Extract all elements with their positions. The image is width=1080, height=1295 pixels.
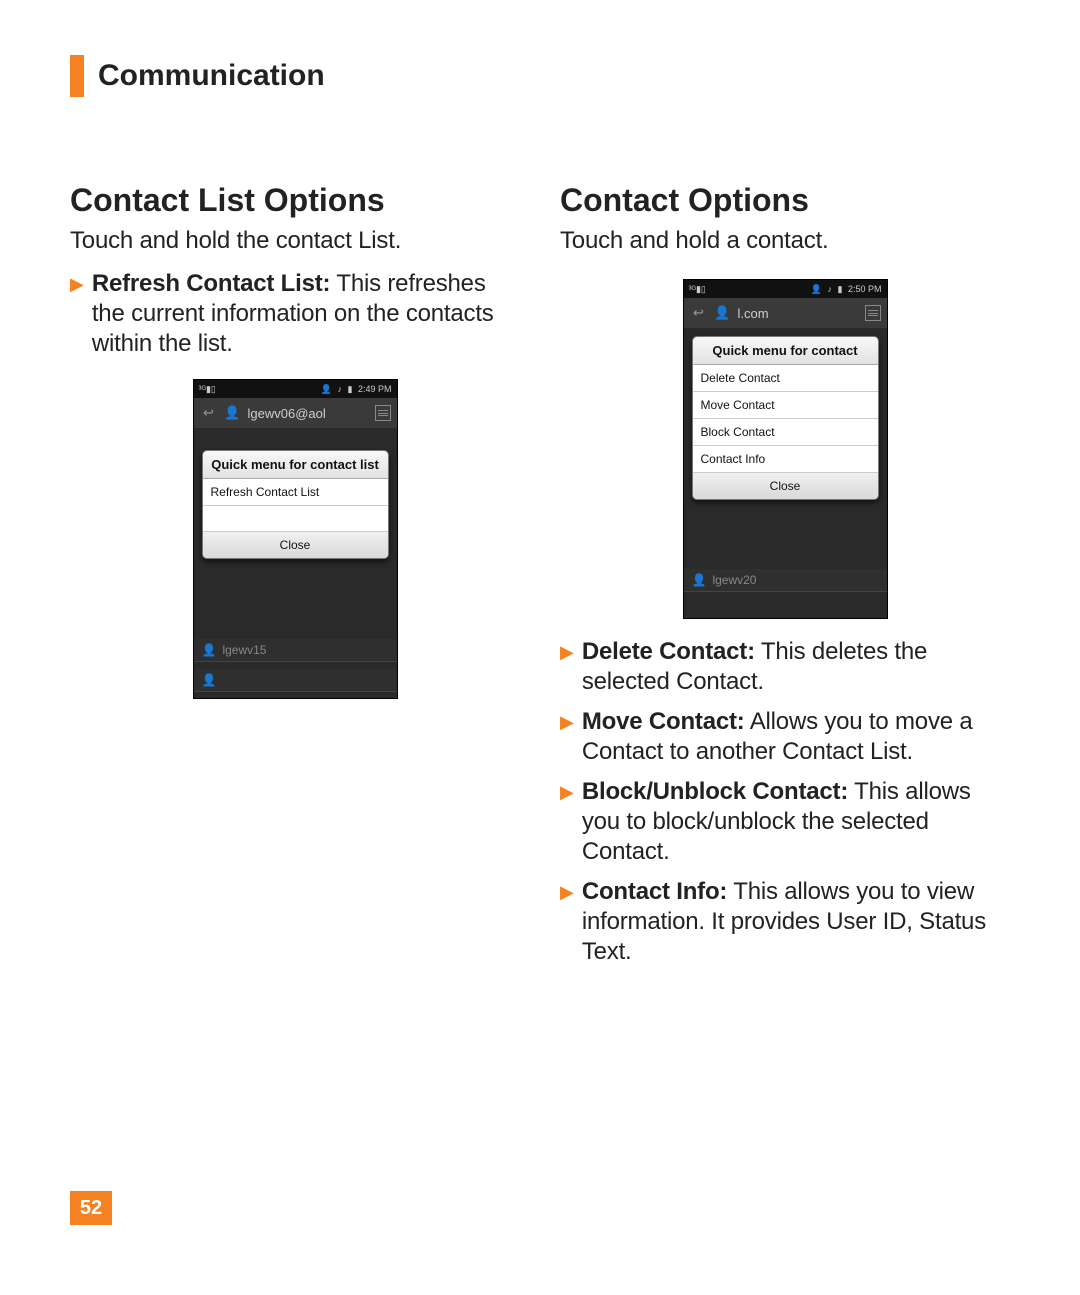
triangle-icon: ▶: [70, 269, 84, 359]
person-icon: 👤: [811, 284, 822, 294]
phone-body: Quick menu for contact list Refresh Cont…: [194, 428, 397, 698]
battery-icon: ▮: [348, 384, 353, 394]
popup-item[interactable]: Delete Contact: [693, 365, 878, 392]
clock: 2:50 PM: [848, 284, 882, 294]
popup-title: Quick menu for contact list: [203, 451, 388, 479]
bullet-text: Contact Info: This allows you to view in…: [582, 877, 1010, 967]
popup-title: Quick menu for contact: [693, 337, 878, 365]
status-bar: ³ᴳ▮▯ 👤 ♪ ▮ 2:49 PM: [194, 380, 397, 398]
triangle-icon: ▶: [560, 777, 574, 867]
page: Communication Contact List Options Touch…: [0, 0, 1080, 1295]
page-number: 52: [70, 1191, 112, 1225]
chapter-header: Communication: [70, 55, 1010, 97]
popup: Quick menu for contact list Refresh Cont…: [202, 450, 389, 559]
popup-item[interactable]: Contact Info: [693, 446, 878, 473]
section-intro: Touch and hold the contact List.: [70, 227, 520, 255]
person-icon: 👤: [714, 304, 732, 322]
popup-close[interactable]: Close: [693, 473, 878, 499]
bullet-text: Block/Unblock Contact: This allows you t…: [582, 777, 1010, 867]
popup-close[interactable]: Close: [203, 532, 388, 558]
left-column: Contact List Options Touch and hold the …: [70, 182, 520, 977]
bullet-item: ▶ Refresh Contact List: This refreshes t…: [70, 269, 520, 359]
popup-item-empty: [203, 506, 388, 532]
bg-contact-row: 👤 lgewv15: [194, 639, 397, 662]
back-icon[interactable]: ↩: [690, 304, 708, 322]
bullet-item: ▶ Delete Contact: This deletes the selec…: [560, 637, 1010, 697]
bullet-text: Move Contact: Allows you to move a Conta…: [582, 707, 1010, 767]
person-icon: 👤: [321, 384, 332, 394]
bullet-label: Delete Contact:: [582, 638, 755, 665]
bullet-label: Refresh Contact List:: [92, 270, 331, 297]
screenshot-right: ³ᴳ▮▯ 👤 ♪ ▮ 2:50 PM ↩ 👤 l.com: [560, 269, 1010, 623]
phone-body: Quick menu for contact Delete Contact Mo…: [684, 328, 887, 618]
title-text: lgewv06@aol: [248, 406, 326, 421]
menu-icon[interactable]: [375, 405, 391, 421]
title-bar: ↩ 👤 lgewv06@aol: [194, 398, 397, 428]
screenshot-left: ³ᴳ▮▯ 👤 ♪ ▮ 2:49 PM ↩ 👤 lgewv06@aol: [70, 369, 520, 703]
phone-mock: ³ᴳ▮▯ 👤 ♪ ▮ 2:49 PM ↩ 👤 lgewv06@aol: [193, 379, 398, 699]
status-right: 👤 ♪ ▮ 2:49 PM: [318, 384, 392, 395]
phone-mock: ³ᴳ▮▯ 👤 ♪ ▮ 2:50 PM ↩ 👤 l.com: [683, 279, 888, 619]
music-icon: ♪: [827, 284, 832, 294]
bullet-label: Contact Info:: [582, 878, 727, 905]
section-intro: Touch and hold a contact.: [560, 227, 1010, 255]
bullet-item: ▶ Contact Info: This allows you to view …: [560, 877, 1010, 967]
triangle-icon: ▶: [560, 637, 574, 697]
menu-icon[interactable]: [865, 305, 881, 321]
battery-icon: ▮: [838, 284, 843, 294]
bullet-item: ▶ Move Contact: Allows you to move a Con…: [560, 707, 1010, 767]
right-column: Contact Options Touch and hold a contact…: [560, 182, 1010, 977]
signal-icon: ³ᴳ▮▯: [689, 284, 706, 295]
bullet-label: Move Contact:: [582, 708, 745, 735]
music-icon: ♪: [337, 384, 342, 394]
chapter-title: Communication: [98, 59, 325, 93]
bullet-text: Delete Contact: This deletes the selecte…: [582, 637, 1010, 697]
person-icon: 👤: [202, 673, 217, 687]
title-text: l.com: [738, 306, 769, 321]
bullet-label: Block/Unblock Contact:: [582, 778, 848, 805]
triangle-icon: ▶: [560, 707, 574, 767]
status-bar: ³ᴳ▮▯ 👤 ♪ ▮ 2:50 PM: [684, 280, 887, 298]
person-icon: 👤: [224, 404, 242, 422]
columns: Contact List Options Touch and hold the …: [70, 182, 1010, 977]
bg-contact-name: lgewv15: [222, 643, 266, 657]
popup-item[interactable]: Move Contact: [693, 392, 878, 419]
bg-contact-name: lgewv20: [712, 573, 756, 587]
clock: 2:49 PM: [358, 384, 392, 394]
title-bar: ↩ 👤 l.com: [684, 298, 887, 328]
section-heading: Contact List Options: [70, 182, 520, 219]
bullet-item: ▶ Block/Unblock Contact: This allows you…: [560, 777, 1010, 867]
accent-bar: [70, 55, 84, 97]
section-heading: Contact Options: [560, 182, 1010, 219]
signal-icon: ³ᴳ▮▯: [199, 384, 216, 395]
person-icon: 👤: [202, 643, 217, 657]
bullet-text: Refresh Contact List: This refreshes the…: [92, 269, 520, 359]
triangle-icon: ▶: [560, 877, 574, 967]
popup-item[interactable]: Block Contact: [693, 419, 878, 446]
popup-item[interactable]: Refresh Contact List: [203, 479, 388, 506]
bg-contact-row: 👤: [194, 669, 397, 692]
popup: Quick menu for contact Delete Contact Mo…: [692, 336, 879, 500]
status-right: 👤 ♪ ▮ 2:50 PM: [808, 284, 882, 295]
person-icon: 👤: [692, 573, 707, 587]
back-icon[interactable]: ↩: [200, 404, 218, 422]
bg-contact-row: 👤 lgewv20: [684, 569, 887, 592]
